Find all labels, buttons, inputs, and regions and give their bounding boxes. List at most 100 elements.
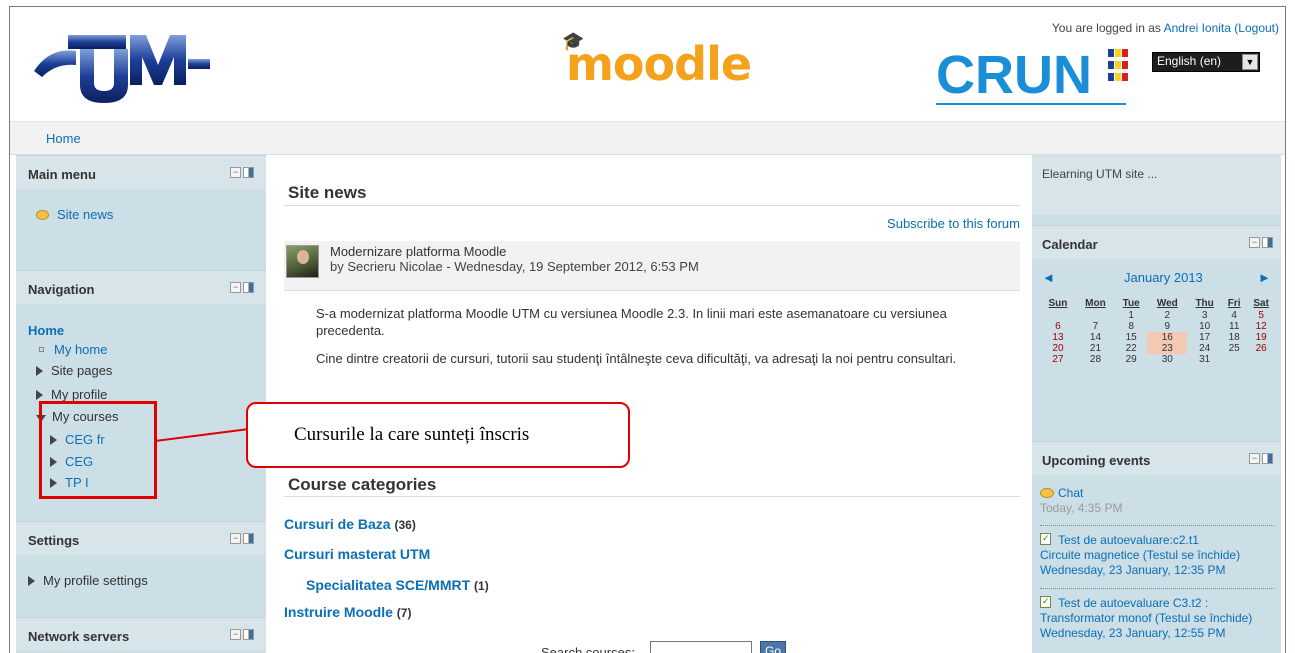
language-select[interactable]: English (en) ▼ bbox=[1152, 52, 1260, 72]
annotation-highlight-box bbox=[39, 401, 157, 499]
event-course-link[interactable]: Circuite magnetice (Testul se închide) bbox=[1040, 548, 1240, 562]
category-specialitatea-sce-mmrt[interactable]: Specialitatea SCE/MMRT (1) bbox=[306, 577, 489, 593]
calendar-day[interactable]: 27 bbox=[1040, 354, 1076, 365]
nav-home[interactable]: Home bbox=[28, 323, 64, 338]
calendar-day[interactable]: 23 bbox=[1147, 343, 1188, 354]
forum-icon bbox=[36, 210, 49, 220]
calendar-day-header: Sun bbox=[1048, 298, 1068, 309]
course-categories-heading: Course categories bbox=[288, 475, 437, 494]
collapse-icon[interactable]: − bbox=[230, 533, 241, 544]
breadcrumb-home-link[interactable]: Home bbox=[46, 131, 81, 146]
calendar-day[interactable]: 6 bbox=[1040, 321, 1076, 332]
forum-post-header: Modernizare platforma Moodle by Secrieru… bbox=[284, 241, 1020, 291]
browser-page: 🎓 moodle CRUN You are logged in as Andre… bbox=[9, 6, 1286, 653]
dock-icon[interactable] bbox=[243, 282, 254, 293]
avatar[interactable] bbox=[286, 245, 319, 278]
collapse-icon[interactable]: − bbox=[230, 629, 241, 640]
utm-logo[interactable] bbox=[32, 25, 212, 105]
dock-icon[interactable] bbox=[1262, 237, 1273, 248]
moodle-logo[interactable]: 🎓 moodle bbox=[562, 31, 752, 91]
block-controls: − bbox=[228, 629, 254, 644]
calendar-day[interactable]: 13 bbox=[1040, 332, 1076, 343]
calendar-day[interactable]: 1 bbox=[1115, 310, 1147, 321]
collapse-icon[interactable]: − bbox=[1249, 453, 1260, 464]
calendar-day[interactable]: 18 bbox=[1222, 332, 1246, 343]
calendar-day[interactable]: 11 bbox=[1222, 321, 1246, 332]
network-servers-block-header: Network servers − bbox=[16, 617, 266, 651]
calendar-day[interactable]: 31 bbox=[1187, 354, 1222, 365]
calendar-day[interactable]: 30 bbox=[1147, 354, 1187, 365]
search-go-button[interactable]: Go bbox=[760, 641, 786, 653]
dock-icon[interactable] bbox=[243, 533, 254, 544]
category-cursuri-de-baza[interactable]: Cursuri de Baza (36) bbox=[284, 516, 416, 532]
divider bbox=[284, 205, 1020, 206]
nav-site-pages[interactable]: Site pages bbox=[36, 363, 112, 378]
calendar-day[interactable]: 14 bbox=[1076, 332, 1115, 343]
calendar-day[interactable]: 15 bbox=[1115, 332, 1147, 343]
event-item: Test de autoevaluare:c2.t1 Circuite magn… bbox=[1040, 531, 1280, 578]
user-profile-link[interactable]: Andrei Ionita bbox=[1164, 21, 1231, 35]
calendar-next-month[interactable]: ► bbox=[1258, 270, 1271, 285]
event-chat-link[interactable]: Chat bbox=[1040, 486, 1083, 500]
collapse-icon[interactable]: − bbox=[230, 167, 241, 178]
calendar-day-header: Tue bbox=[1122, 298, 1140, 309]
calendar-day[interactable]: 12 bbox=[1246, 321, 1276, 332]
chevron-down-icon: ▼ bbox=[1242, 54, 1258, 70]
calendar-day[interactable]: 8 bbox=[1115, 321, 1147, 332]
calendar-day[interactable]: 7 bbox=[1076, 321, 1115, 332]
calendar-day[interactable]: 2 bbox=[1147, 310, 1187, 321]
nav-my-profile[interactable]: My profile bbox=[36, 387, 107, 402]
calendar-day[interactable]: 22 bbox=[1115, 343, 1147, 354]
event-quiz-link[interactable]: Test de autoevaluare:c2.t1 bbox=[1040, 531, 1199, 547]
calendar-day[interactable]: 3 bbox=[1187, 310, 1222, 321]
calendar-grid: Sun Mon Tue Wed Thu Fri Sat 1 2 3 4 5 6 7 8 9 10 11 12 13 1… bbox=[1040, 297, 1276, 365]
crun-logo[interactable]: CRUN bbox=[936, 43, 1146, 111]
nav-my-profile-settings[interactable]: My profile settings bbox=[28, 573, 148, 588]
site-header: 🎓 moodle CRUN You are logged in as Andre… bbox=[10, 7, 1285, 121]
site-news-link[interactable]: Site news bbox=[36, 207, 113, 222]
calendar-month-title[interactable]: January 2013 bbox=[1124, 270, 1203, 285]
calendar-block-header: Calendar − bbox=[1032, 225, 1281, 259]
logout-link[interactable]: (Logout) bbox=[1234, 21, 1279, 35]
block-controls: − bbox=[1247, 237, 1273, 252]
event-time[interactable]: Wednesday, 23 January, 12:55 PM bbox=[1040, 626, 1225, 640]
calendar-day[interactable]: 9 bbox=[1147, 321, 1187, 332]
post-byline: by Secrieru Nicolae - Wednesday, 19 Sept… bbox=[330, 259, 699, 274]
calendar-day[interactable]: 21 bbox=[1076, 343, 1115, 354]
collapse-icon[interactable]: − bbox=[1249, 237, 1260, 248]
subscribe-forum-link[interactable]: Subscribe to this forum bbox=[887, 216, 1020, 231]
category-cursuri-masterat[interactable]: Cursuri masterat UTM bbox=[284, 546, 430, 562]
calendar-day[interactable]: 19 bbox=[1246, 332, 1276, 343]
calendar-day[interactable]: 28 bbox=[1076, 354, 1115, 365]
event-time[interactable]: Wednesday, 23 January, 12:35 PM bbox=[1040, 563, 1225, 577]
site-description: Elearning UTM site ... bbox=[1042, 167, 1158, 181]
dock-icon[interactable] bbox=[243, 629, 254, 640]
calendar-day[interactable]: 16 bbox=[1147, 332, 1188, 343]
calendar-day[interactable]: 10 bbox=[1187, 321, 1222, 332]
site-description-block: Elearning UTM site ... bbox=[1032, 155, 1281, 215]
dock-icon[interactable] bbox=[1262, 453, 1273, 464]
calendar-day[interactable]: 20 bbox=[1040, 343, 1076, 354]
upcoming-events-title: Upcoming events bbox=[1042, 453, 1151, 468]
calendar-day[interactable]: 24 bbox=[1187, 343, 1222, 354]
calendar-day[interactable]: 26 bbox=[1246, 343, 1276, 354]
calendar-day[interactable]: 17 bbox=[1187, 332, 1222, 343]
search-courses-input[interactable] bbox=[650, 641, 752, 653]
search-label: Search courses: bbox=[541, 645, 635, 653]
main-menu-title: Main menu bbox=[28, 167, 96, 182]
event-course-link[interactable]: Transformator monof (Testul se închide) bbox=[1040, 611, 1252, 625]
event-quiz-link[interactable]: Test de autoevaluare C3.t2 : bbox=[1040, 594, 1208, 610]
calendar-day[interactable]: 5 bbox=[1246, 310, 1276, 321]
dock-icon[interactable] bbox=[243, 167, 254, 178]
calendar-day-header: Sat bbox=[1253, 298, 1269, 309]
category-instruire-moodle[interactable]: Instruire Moodle (7) bbox=[284, 604, 411, 620]
divider bbox=[284, 496, 1020, 497]
calendar-day[interactable]: 25 bbox=[1222, 343, 1246, 354]
calendar-prev-month[interactable]: ◄ bbox=[1042, 270, 1055, 285]
calendar-day[interactable]: 4 bbox=[1222, 310, 1246, 321]
event-time: Today, 4:35 PM bbox=[1040, 501, 1123, 515]
collapse-icon[interactable]: − bbox=[230, 282, 241, 293]
nav-my-home[interactable]: My home bbox=[36, 342, 107, 357]
navigation-title: Navigation bbox=[28, 282, 95, 297]
calendar-day[interactable]: 29 bbox=[1115, 354, 1147, 365]
